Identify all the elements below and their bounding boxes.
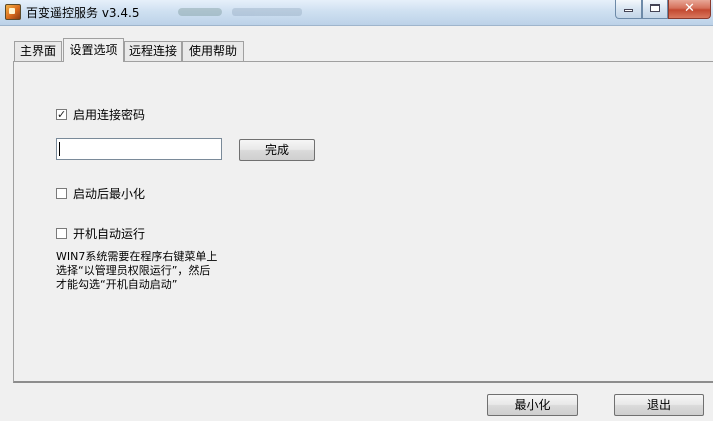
title-bar: 百变遥控服务 v3.4.5 ✕	[0, 0, 713, 26]
password-input[interactable]	[56, 138, 222, 160]
autostart-label: 开机自动运行	[73, 227, 146, 241]
minimize-icon	[624, 9, 633, 12]
window-close-button[interactable]: ✕	[668, 0, 711, 19]
tab-strip: 主界面 设置选项 远程连接 使用帮助	[0, 26, 713, 62]
close-icon: ✕	[684, 1, 695, 16]
minimize-button[interactable]: 最小化	[487, 394, 578, 416]
window-title: 百变遥控服务 v3.4.5	[26, 6, 140, 20]
tab-main[interactable]: 主界面	[14, 41, 62, 61]
note-line: 选择“以管理员权限运行”，然后	[56, 264, 211, 277]
tab-help[interactable]: 使用帮助	[182, 41, 244, 61]
minimize-on-start-option[interactable]: 启动后最小化	[56, 186, 145, 202]
password-checkbox[interactable]: ✓	[56, 109, 67, 120]
check-icon: ✓	[57, 108, 67, 121]
password-option-label: 启用连接密码	[73, 108, 146, 122]
autostart-note: WIN7系统需要在程序右键菜单上 选择“以管理员权限运行”，然后 才能勾选“开机…	[56, 250, 256, 292]
window-maximize-button[interactable]	[642, 0, 668, 19]
app-icon[interactable]	[5, 4, 21, 20]
autostart-option[interactable]: 开机自动运行	[56, 226, 145, 242]
client-area: 主界面 设置选项 远程连接 使用帮助 ✓ 启用连接密码 完成 启动后最小化 开机…	[0, 26, 713, 421]
minimize-on-start-checkbox[interactable]	[56, 188, 67, 199]
autostart-checkbox[interactable]	[56, 228, 67, 239]
settings-panel: ✓ 启用连接密码 完成 启动后最小化 开机自动运行 WIN7系统需要在程序右键菜…	[13, 61, 713, 383]
text-caret	[59, 142, 60, 156]
note-line: 才能勾选“开机自动启动”	[56, 278, 178, 291]
done-button[interactable]: 完成	[239, 139, 315, 161]
tab-settings[interactable]: 设置选项	[63, 38, 124, 62]
tab-remote-connect[interactable]: 远程连接	[124, 41, 182, 61]
maximize-icon	[650, 4, 660, 12]
minimize-on-start-label: 启动后最小化	[73, 187, 146, 201]
exit-button[interactable]: 退出	[614, 394, 704, 416]
password-option[interactable]: ✓ 启用连接密码	[56, 107, 145, 123]
window-minimize-button[interactable]	[615, 0, 642, 19]
note-line: WIN7系统需要在程序右键菜单上	[56, 250, 218, 263]
titlebar-background-glare	[178, 3, 338, 21]
